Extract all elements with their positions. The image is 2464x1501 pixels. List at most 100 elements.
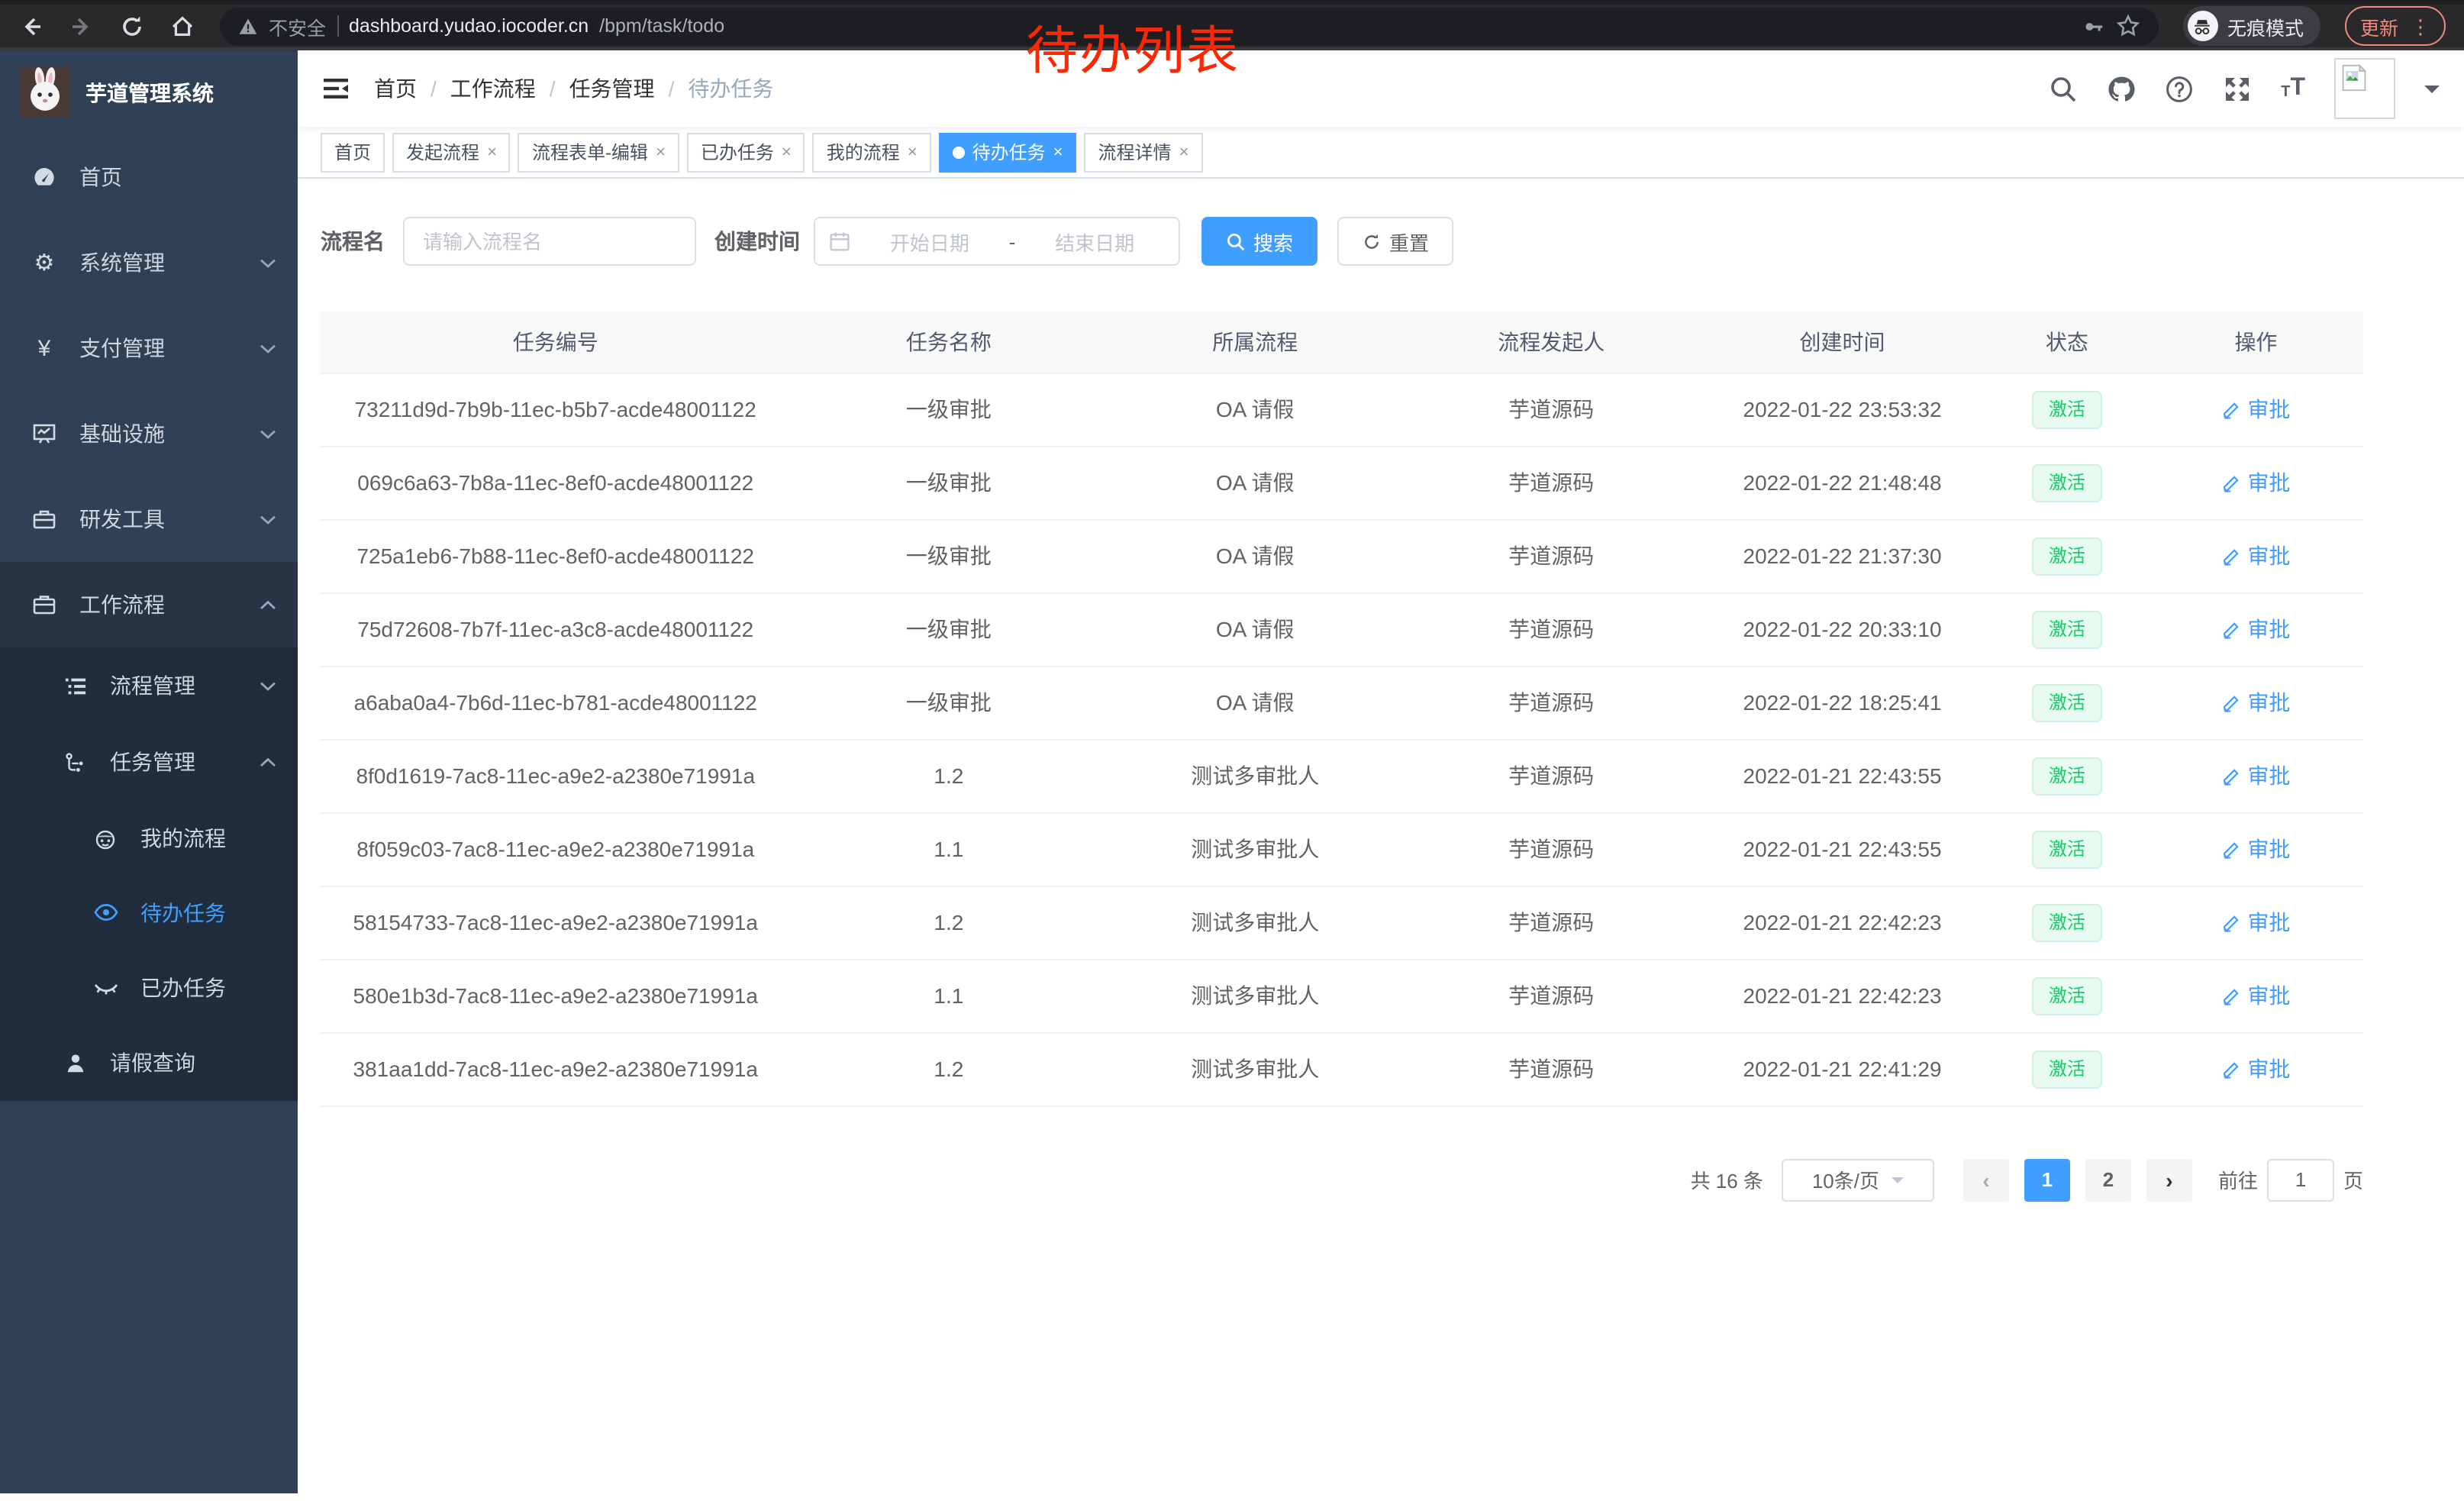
tab-process-form-edit[interactable]: 流程表单-编辑× [518, 132, 679, 172]
col-task-id: 任务编号 [321, 311, 790, 373]
date-range-picker[interactable]: 开始日期 - 结束日期 [814, 217, 1180, 266]
tab-start-process[interactable]: 发起流程× [392, 132, 511, 172]
browser-update-button[interactable]: 更新 ⋮ [2345, 6, 2446, 46]
pen-icon [2221, 766, 2241, 786]
back-icon[interactable] [18, 13, 44, 39]
sidebar-item-label: 系统管理 [79, 247, 165, 278]
pen-icon [2221, 399, 2241, 419]
sidebar-item-task-mgmt[interactable]: 任务管理 [0, 724, 298, 800]
url-host: dashboard.yudao.iocoder.cn [349, 15, 589, 37]
approve-link[interactable]: 审批 [2221, 687, 2290, 718]
forward-icon[interactable] [69, 13, 95, 39]
chevron-down-icon [260, 680, 276, 691]
breadcrumb-home[interactable]: 首页 [374, 73, 417, 104]
app-logo-row[interactable]: 芋道管理系统 [0, 50, 298, 134]
password-key-icon[interactable] [2082, 15, 2105, 37]
close-icon[interactable]: × [1053, 143, 1063, 161]
avatar-caret-icon[interactable] [2424, 85, 2440, 100]
sidebar-item-infra[interactable]: 基础设施 [0, 391, 298, 476]
tab-home[interactable]: 首页 [321, 132, 385, 172]
approve-link[interactable]: 审批 [2221, 1054, 2290, 1084]
gear-icon: ⚙ [31, 249, 58, 276]
sidebar-fold-icon[interactable] [322, 75, 350, 102]
home-icon[interactable] [169, 13, 195, 39]
calendar-icon [829, 231, 850, 252]
sidebar-item-payment[interactable]: ¥ 支付管理 [0, 305, 298, 391]
close-icon[interactable]: × [1179, 143, 1189, 161]
sidebar: 芋道管理系统 首页 ⚙ 系统管理 ¥ 支付管理 [0, 50, 298, 1493]
search-icon[interactable] [2049, 74, 2078, 103]
tab-todo-tasks[interactable]: 待办任务× [939, 132, 1077, 172]
bookmark-star-icon[interactable] [2116, 14, 2140, 38]
github-icon[interactable] [2107, 74, 2136, 103]
search-button[interactable]: 搜索 [1201, 217, 1317, 266]
tab-my-process[interactable]: 我的流程× [813, 132, 931, 172]
sidebar-item-leave-query[interactable]: 请假查询 [0, 1025, 298, 1101]
process-name-label: 流程名 [321, 226, 385, 257]
reset-button[interactable]: 重置 [1337, 217, 1453, 266]
process-name-input[interactable] [403, 217, 696, 266]
status-badge: 激活 [2032, 610, 2102, 648]
approve-link[interactable]: 审批 [2221, 541, 2290, 571]
sidebar-item-label: 我的流程 [140, 822, 226, 853]
status-badge: 激活 [2032, 830, 2102, 868]
approve-link[interactable]: 审批 [2221, 980, 2290, 1011]
approve-link[interactable]: 审批 [2221, 834, 2290, 864]
close-icon[interactable]: × [487, 143, 497, 161]
page-2-button[interactable]: 2 [2085, 1158, 2131, 1201]
approve-link[interactable]: 审批 [2221, 907, 2290, 938]
status-badge: 激活 [2032, 903, 2102, 941]
breadcrumb: 首页 / 工作流程 / 任务管理 / 待办任务 [374, 73, 773, 104]
breadcrumb-workflow[interactable]: 工作流程 [450, 73, 536, 104]
table-row: 73211d9d-7b9b-11ec-b5b7-acde48001122一级审批… [321, 373, 2363, 446]
close-icon[interactable]: × [656, 143, 666, 161]
status-badge: 激活 [2032, 390, 2102, 428]
sidebar-item-process-mgmt[interactable]: 流程管理 [0, 647, 298, 724]
table-row: 8f059c03-7ac8-11ec-a9e2-a2380e71991a1.1测… [321, 812, 2363, 886]
sidebar-item-todo-tasks[interactable]: 待办任务 [0, 875, 298, 950]
table-row: 725a1eb6-7b88-11ec-8ef0-acde48001122一级审批… [321, 519, 2363, 592]
col-actions: 操作 [2149, 311, 2363, 373]
sidebar-item-done-tasks[interactable]: 已办任务 [0, 950, 298, 1025]
approve-link[interactable]: 审批 [2221, 760, 2290, 791]
incognito-label: 无痕模式 [2227, 11, 2304, 40]
goto-page-input[interactable] [2267, 1158, 2334, 1201]
font-size-icon[interactable]: TT [2281, 76, 2305, 101]
sidebar-item-devtools[interactable]: 研发工具 [0, 476, 298, 562]
sidebar-item-my-process[interactable]: 我的流程 [0, 800, 298, 875]
goto-label: 前往 [2218, 1165, 2258, 1194]
close-icon[interactable]: × [782, 143, 792, 161]
tab-process-detail[interactable]: 流程详情× [1085, 132, 1203, 172]
screenshot-stage: 不安全 dashboard.yudao.iocoder.cn /bpm/task… [0, 0, 2464, 1501]
page-unit-label: 页 [2343, 1165, 2363, 1194]
sidebar-item-label: 任务管理 [110, 747, 195, 777]
sidebar-item-label: 支付管理 [79, 333, 165, 363]
table-row: 8f0d1619-7ac8-11ec-a9e2-a2380e71991a1.2测… [321, 739, 2363, 812]
close-icon[interactable]: × [908, 143, 918, 161]
approve-link[interactable]: 审批 [2221, 614, 2290, 644]
status-badge: 激活 [2032, 463, 2102, 502]
next-page-button[interactable]: › [2146, 1158, 2192, 1201]
tab-done-tasks[interactable]: 已办任务× [687, 132, 805, 172]
help-icon[interactable] [2165, 74, 2194, 103]
approve-link[interactable]: 审批 [2221, 467, 2290, 498]
end-date-placeholder: 结束日期 [1024, 227, 1165, 256]
filter-bar: 流程名 创建时间 开始日期 - 结束日期 搜索 [321, 217, 2441, 266]
page-1-button[interactable]: 1 [2024, 1158, 2070, 1201]
col-starter: 流程发起人 [1403, 311, 1699, 373]
browser-menu-icon[interactable]: ⋮ [2411, 16, 2430, 36]
sidebar-item-workflow[interactable]: 工作流程 [0, 562, 298, 647]
status-badge: 激活 [2032, 976, 2102, 1015]
approve-link[interactable]: 审批 [2221, 394, 2290, 424]
page-size-select[interactable]: 10条/页 [1782, 1158, 1934, 1201]
sidebar-item-system[interactable]: ⚙ 系统管理 [0, 220, 298, 305]
sidebar-item-label: 首页 [79, 162, 122, 192]
prev-page-button[interactable]: ‹ [1963, 1158, 2009, 1201]
avatar[interactable] [2334, 58, 2395, 119]
fullscreen-icon[interactable] [2223, 74, 2252, 103]
breadcrumb-current: 待办任务 [688, 73, 773, 104]
sidebar-item-home[interactable]: 首页 [0, 134, 298, 220]
breadcrumb-task-mgmt[interactable]: 任务管理 [569, 73, 655, 104]
start-date-placeholder: 开始日期 [859, 227, 1000, 256]
reload-icon[interactable] [119, 13, 145, 39]
